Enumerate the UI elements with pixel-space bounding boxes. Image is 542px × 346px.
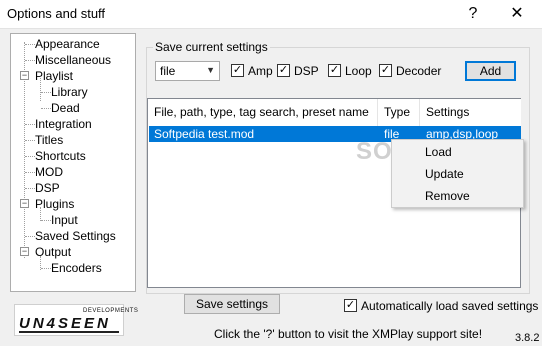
tree-item-integration[interactable]: Integration: [35, 117, 92, 131]
version-label: 3.8.2: [515, 332, 540, 344]
context-menu-remove[interactable]: Remove: [425, 189, 470, 203]
collapse-icon[interactable]: −: [20, 71, 29, 80]
tree-item-miscellaneous[interactable]: Miscellaneous: [35, 53, 111, 67]
help-button[interactable]: ?: [456, 0, 490, 29]
auto-load-checkbox[interactable]: ✓: [344, 299, 357, 312]
add-button[interactable]: Add: [465, 61, 516, 81]
tree-item-playlist[interactable]: Playlist: [35, 69, 73, 83]
decoder-label: Decoder: [396, 64, 442, 78]
tree-item-titles[interactable]: Titles: [35, 133, 63, 147]
context-menu: Load Update Remove: [391, 139, 524, 208]
tree-item-library[interactable]: Library: [51, 85, 88, 99]
row-name: Softpedia test.mod: [154, 127, 255, 141]
amp-label: Amp: [248, 64, 273, 78]
type-select-value: file: [160, 64, 176, 78]
tree-item-dsp[interactable]: DSP: [35, 181, 60, 195]
dsp-checkbox[interactable]: ✓: [277, 64, 290, 77]
context-menu-update[interactable]: Update: [425, 167, 464, 181]
collapse-icon[interactable]: −: [20, 247, 29, 256]
save-settings-button[interactable]: Save settings: [184, 294, 280, 314]
group-label: Save current settings: [153, 40, 270, 54]
loop-label: Loop: [345, 64, 372, 78]
options-tree[interactable]: Appearance Miscellaneous − Playlist Libr…: [10, 33, 136, 292]
tree-item-shortcuts[interactable]: Shortcuts: [35, 149, 86, 163]
tree-item-plugins[interactable]: Plugins: [35, 197, 74, 211]
loop-checkbox[interactable]: ✓: [328, 64, 341, 77]
column-header-name[interactable]: File, path, type, tag search, preset nam…: [148, 99, 378, 126]
support-hint: Click the '?' button to visit the XMPlay…: [214, 327, 483, 341]
tree-item-appearance[interactable]: Appearance: [35, 37, 100, 51]
tree-item-input[interactable]: Input: [51, 213, 78, 227]
tree-item-dead[interactable]: Dead: [51, 101, 80, 115]
amp-checkbox[interactable]: ✓: [231, 64, 244, 77]
tree-item-output[interactable]: Output: [35, 245, 71, 259]
collapse-icon[interactable]: −: [20, 199, 29, 208]
close-button[interactable]: ✕: [500, 0, 534, 29]
chevron-down-icon: ▼: [206, 65, 215, 75]
column-header-settings[interactable]: Settings: [420, 99, 521, 126]
un4seen-logo: DEVELOPMENTS UN4SEEN: [14, 304, 138, 336]
dsp-label: DSP: [294, 64, 319, 78]
logo-subtext: DEVELOPMENTS: [83, 308, 139, 314]
type-select[interactable]: file ▼: [155, 61, 220, 81]
auto-load-label: Automatically load saved settings: [361, 299, 539, 313]
tree-item-mod[interactable]: MOD: [35, 165, 63, 179]
tree-item-saved-settings[interactable]: Saved Settings: [35, 229, 116, 243]
logo-text: UN4SEEN: [19, 315, 111, 332]
decoder-checkbox[interactable]: ✓: [379, 64, 392, 77]
context-menu-load[interactable]: Load: [425, 145, 452, 159]
column-header-type[interactable]: Type: [378, 99, 420, 126]
tree-item-encoders[interactable]: Encoders: [51, 261, 102, 275]
close-icon: ✕: [510, 5, 524, 22]
window-title: Options and stuff: [7, 6, 106, 21]
